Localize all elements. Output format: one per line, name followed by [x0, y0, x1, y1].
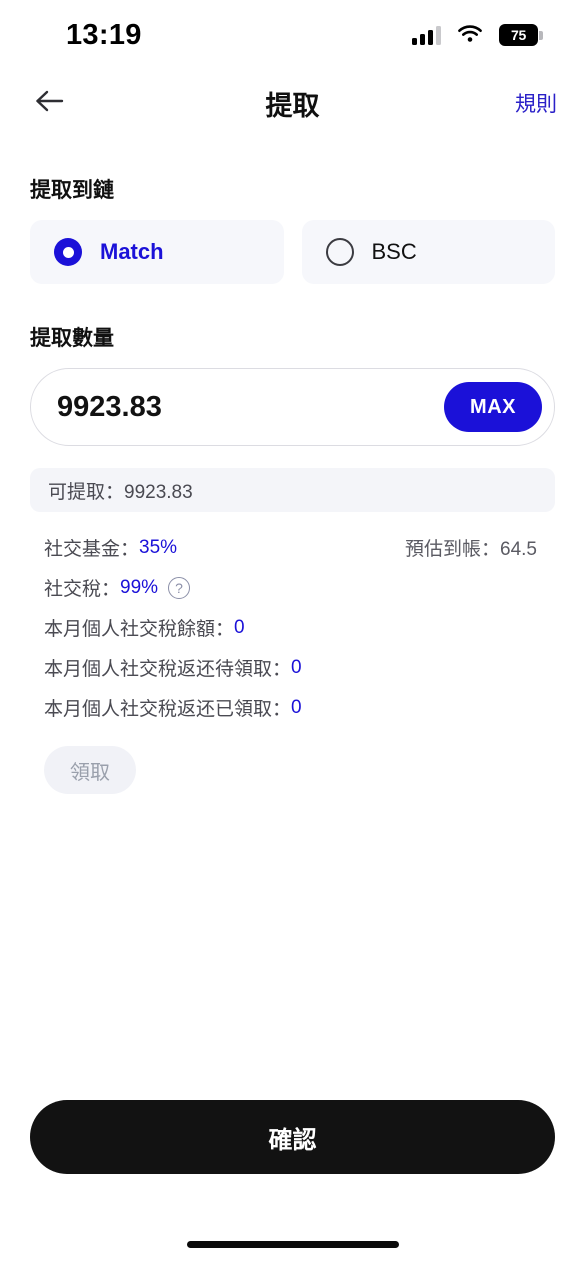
social-tax-label: 社交稅：: [44, 579, 121, 600]
page-title: 提取: [265, 90, 320, 121]
monthly-tax-claimed-label: 本月個人社交稅返还已領取：: [44, 699, 292, 720]
battery-icon: 75: [499, 24, 543, 46]
available-balance: 可提取：9923.83: [30, 468, 555, 512]
main-content: 提取到鏈 Match BSC 提取數量 MAX 可提取：9923.83 社交基金…: [0, 174, 585, 794]
wifi-icon: [457, 25, 483, 45]
info-list: 社交基金： 35% 預估到帳：64.5 社交稅： 99% ? 本月個人社交稅餘額…: [30, 528, 555, 728]
chain-options: Match BSC: [30, 220, 555, 284]
chain-option-bsc[interactable]: BSC: [301, 220, 555, 284]
monthly-tax-claimed-row: 本月個人社交稅返还已領取： 0: [30, 688, 555, 728]
social-fund-value: 35%: [139, 536, 178, 558]
chain-section-label: 提取到鏈: [30, 179, 114, 202]
chain-option-match[interactable]: Match: [30, 220, 284, 284]
amount-section-label: 提取數量: [30, 327, 114, 350]
estimated-arrival: 預估到帳：64.5: [405, 539, 537, 560]
cellular-signal-icon: [412, 25, 441, 45]
monthly-tax-balance-value: 0: [234, 616, 245, 638]
status-time: 13:19: [66, 18, 142, 51]
back-arrow-icon: [34, 88, 66, 119]
social-tax-row: 社交稅： 99% ?: [30, 568, 555, 608]
radio-selected-icon[interactable]: [54, 238, 82, 266]
claim-button[interactable]: 領取: [44, 746, 136, 794]
rules-link[interactable]: 規則: [515, 88, 557, 118]
battery-cap: [539, 30, 543, 40]
back-button[interactable]: [28, 81, 72, 125]
monthly-tax-claimed-value: 0: [291, 696, 302, 718]
social-fund-left: 社交基金： 35%: [44, 534, 177, 561]
radio-unselected-icon[interactable]: [325, 238, 354, 266]
question-mark-icon[interactable]: ?: [168, 576, 191, 599]
nav-bar: 提取 規則: [0, 70, 585, 136]
chain-option-label: Match: [100, 239, 164, 264]
monthly-tax-pending-label: 本月個人社交稅返还待領取：: [44, 659, 292, 680]
max-button[interactable]: MAX: [444, 382, 542, 432]
status-bar: 13:19 75: [0, 0, 585, 70]
monthly-tax-balance-label: 本月個人社交稅餘額：: [44, 619, 235, 640]
social-tax-value: 99%: [120, 576, 159, 598]
home-indicator: [186, 1241, 399, 1248]
social-fund-label: 社交基金：: [44, 539, 140, 560]
monthly-tax-pending-value: 0: [291, 656, 302, 678]
chain-option-label: BSC: [371, 239, 417, 264]
monthly-tax-balance-row: 本月個人社交稅餘額： 0: [30, 608, 555, 648]
amount-input-wrapper[interactable]: MAX: [30, 368, 555, 446]
status-icons: 75: [412, 24, 543, 46]
social-fund-row: 社交基金： 35% 預估到帳：64.5: [30, 528, 555, 568]
monthly-tax-pending-row: 本月個人社交稅返还待領取： 0: [30, 648, 555, 688]
confirm-button[interactable]: 確認: [30, 1100, 555, 1174]
battery-level-text: 75: [499, 24, 539, 46]
